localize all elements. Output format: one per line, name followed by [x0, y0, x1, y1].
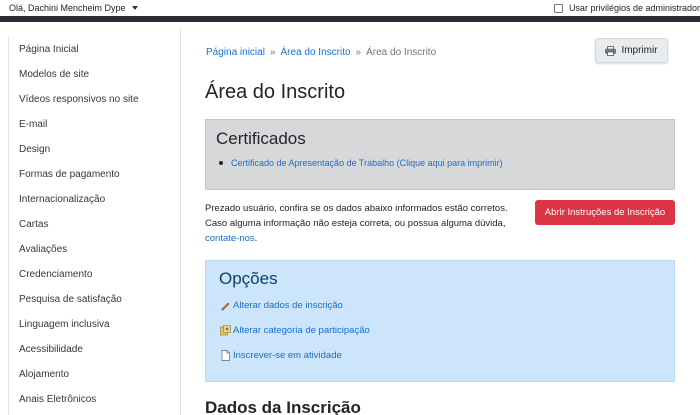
- info-line-1: Prezado usuário, confira se os dados aba…: [205, 203, 508, 214]
- user-greeting: Olá, Dachini Mencheim Dype: [9, 3, 126, 13]
- breadcrumb-separator: »: [355, 47, 362, 58]
- option-label: Alterar dados de inscrição: [233, 300, 343, 311]
- sidebar-menu: Página Inicial Modelos de site Vídeos re…: [8, 36, 181, 415]
- certificates-panel: Certificados Certificado de Apresentação…: [205, 119, 675, 190]
- contact-us-link[interactable]: contate-nos: [205, 233, 255, 244]
- sidebar-item-formas-de-pagamento[interactable]: Formas de pagamento: [19, 169, 120, 180]
- breadcrumb-separator: »: [269, 47, 276, 58]
- sidebar-item-internacionalizacao[interactable]: Internacionalização: [19, 194, 105, 205]
- sidebar-item-alojamento[interactable]: Alojamento: [19, 369, 69, 380]
- edit-registration-link[interactable]: Alterar dados de inscrição: [220, 300, 343, 311]
- sidebar-item-anais-eletronicos[interactable]: Anais Eletrônicos: [19, 394, 96, 405]
- admin-privileges-checkbox[interactable]: [553, 3, 563, 13]
- sidebar-item-acessibilidade[interactable]: Acessibilidade: [19, 344, 83, 355]
- sidebar-item-credenciamento[interactable]: Credenciamento: [19, 269, 92, 280]
- document-icon: [220, 350, 231, 361]
- options-panel: Opções Alterar dados de inscrição Altera…: [205, 260, 675, 382]
- option-label: Alterar categoria de participação: [233, 325, 370, 336]
- info-line-2: Caso alguma informação não esteja corret…: [205, 218, 506, 229]
- change-category-link[interactable]: Alterar categoria de participação: [220, 325, 370, 336]
- bullet-icon: [219, 161, 223, 165]
- print-button-label: Imprimir: [621, 45, 658, 56]
- sidebar-item-design[interactable]: Design: [19, 144, 50, 155]
- sidebar-item-avaliacoes[interactable]: Avaliações: [19, 244, 67, 255]
- certificate-print-link[interactable]: Certificado de Apresentação de Trabalho …: [231, 158, 503, 168]
- print-button[interactable]: Imprimir: [595, 38, 668, 63]
- sidebar-item-email[interactable]: E-mail: [19, 119, 47, 130]
- top-bar: Olá, Dachini Mencheim Dype Usar privilég…: [0, 0, 700, 22]
- chevron-down-icon: [131, 6, 138, 10]
- admin-privileges-label: Usar privilégios de administrador: [568, 3, 700, 13]
- sidebar-item-cartas[interactable]: Cartas: [19, 219, 48, 230]
- subscribe-activity-link[interactable]: Inscrever-se em atividade: [220, 350, 342, 361]
- admin-privileges-toggle[interactable]: Usar privilégios de administrador: [553, 3, 700, 13]
- page-title: Área do Inscrito: [205, 81, 346, 103]
- sidebar-item-linguagem-inclusiva[interactable]: Linguagem inclusiva: [19, 319, 110, 330]
- breadcrumb: Página inicial » Área do Inscrito » Área…: [206, 47, 436, 58]
- options-title: Opções: [219, 269, 278, 288]
- info-message: Prezado usuário, confira se os dados aba…: [205, 201, 525, 246]
- sidebar: Página Inicial Modelos de site Vídeos re…: [0, 28, 181, 415]
- sidebar-item-videos-responsivos[interactable]: Vídeos responsivos no site: [19, 94, 139, 105]
- printer-icon: [605, 46, 617, 56]
- info-suffix: .: [254, 233, 258, 244]
- main-content: Página inicial » Área do Inscrito » Área…: [181, 28, 700, 415]
- registration-section-title: Dados da Inscrição: [205, 398, 361, 415]
- pencil-icon: [220, 300, 231, 311]
- sidebar-item-modelos-de-site[interactable]: Modelos de site: [19, 69, 89, 80]
- breadcrumb-current: Área do Inscrito: [366, 47, 437, 58]
- sidebar-item-pagina-inicial[interactable]: Página Inicial: [19, 44, 78, 55]
- option-label: Inscrever-se em atividade: [233, 350, 342, 361]
- breadcrumb-home[interactable]: Página inicial: [206, 47, 265, 58]
- breadcrumb-parent[interactable]: Área do Inscrito: [281, 47, 351, 58]
- open-instructions-button[interactable]: Abrir Instruções de Inscrição: [535, 200, 675, 225]
- sidebar-item-pesquisa-de-satisfacao[interactable]: Pesquisa de satisfação: [19, 294, 122, 305]
- category-icon: [220, 325, 231, 336]
- certificates-title: Certificados: [216, 129, 306, 148]
- user-menu[interactable]: Olá, Dachini Mencheim Dype: [9, 3, 138, 13]
